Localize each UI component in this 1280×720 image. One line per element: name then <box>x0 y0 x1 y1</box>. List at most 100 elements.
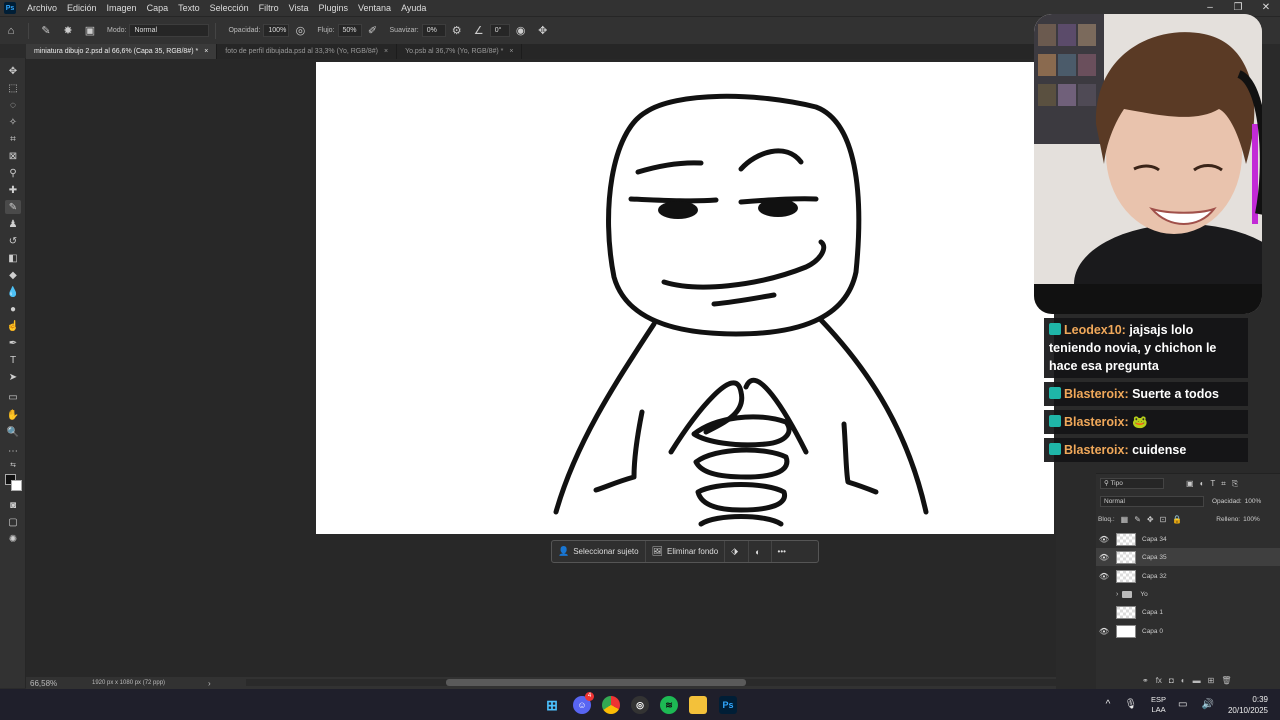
layer-row[interactable]: 👁 Capa 32 <box>1096 567 1280 585</box>
frame-tool-icon[interactable]: ⊠ <box>5 149 21 163</box>
chevron-up-icon[interactable]: ^ <box>1106 699 1111 710</box>
brush-tool-icon[interactable]: ✎ <box>5 200 21 214</box>
stamp-tool-icon[interactable]: ♟ <box>5 217 21 231</box>
screen-mode-icon[interactable]: ▢ <box>5 515 21 529</box>
brush-settings-icon[interactable]: ▣ <box>83 24 97 38</box>
layer-row[interactable]: 👁 Capa 34 <box>1096 530 1280 548</box>
new-group-icon[interactable]: ▬ <box>1193 676 1201 685</box>
home-icon[interactable]: ⌂ <box>4 24 18 38</box>
history-brush-icon[interactable]: ↺ <box>5 234 21 248</box>
fill-value[interactable]: 100% <box>1243 516 1260 523</box>
airbrush-icon[interactable]: ✐ <box>366 24 380 38</box>
menu-ventana[interactable]: Ventana <box>353 3 396 13</box>
fx-icon[interactable]: fx <box>1156 676 1162 685</box>
menu-edicion[interactable]: Edición <box>62 3 102 13</box>
menu-texto[interactable]: Texto <box>173 3 205 13</box>
healing-brush-icon[interactable]: ✚ <box>5 183 21 197</box>
menu-capa[interactable]: Capa <box>142 3 174 13</box>
default-colors-icon[interactable]: ⇆ <box>5 458 21 472</box>
eraser-icon[interactable]: ◧ <box>5 251 21 265</box>
file-explorer-icon[interactable] <box>689 696 707 714</box>
lock-all-icon[interactable]: 🔒 <box>1172 515 1182 524</box>
clock[interactable]: 0:39 20/10/2025 <box>1228 694 1268 716</box>
windows-start-icon[interactable]: ⊞ <box>543 696 561 714</box>
menu-filtro[interactable]: Filtro <box>254 3 284 13</box>
zoom-level[interactable]: 66,58% <box>30 679 57 688</box>
dodge-tool-icon[interactable]: ● <box>5 302 21 316</box>
gear-icon[interactable]: ⚙ <box>450 24 464 38</box>
paint-bucket-icon[interactable]: ◆ <box>5 268 21 282</box>
eye-icon[interactable]: 👁 <box>1096 535 1112 544</box>
chevron-right-icon[interactable]: › <box>1116 591 1118 598</box>
adjustment-filter-icon[interactable]: ◐ <box>1200 479 1205 489</box>
type-filter-icon[interactable]: T <box>1210 479 1215 489</box>
photoshop-taskbar-icon[interactable]: Ps <box>719 696 737 714</box>
adjustment-layer-icon[interactable]: ◐ <box>1181 676 1186 685</box>
generative-icon[interactable]: ✺ <box>5 532 21 546</box>
layer-row[interactable]: 👁 Capa 0 <box>1096 622 1280 640</box>
volume-icon[interactable]: 🔊 <box>1202 699 1214 710</box>
remove-background-button[interactable]: 🖼 Eliminar fondo <box>644 541 725 562</box>
flow-field[interactable]: 50% <box>337 24 362 37</box>
microphone-icon[interactable]: 🎙 <box>1124 699 1137 710</box>
chrome-icon[interactable] <box>602 696 620 714</box>
eye-icon[interactable]: 👁 <box>1096 553 1112 562</box>
menu-plugins[interactable]: Plugins <box>314 3 354 13</box>
shape-filter-icon[interactable]: ⌗ <box>1221 479 1226 489</box>
language-indicator[interactable]: ESP LAA <box>1151 695 1166 715</box>
menu-seleccion[interactable]: Selección <box>205 3 254 13</box>
select-subject-button[interactable]: 👤 Seleccionar sujeto <box>552 541 645 562</box>
document-canvas[interactable] <box>316 62 1054 534</box>
lasso-tool-icon[interactable]: ◌ <box>5 98 21 112</box>
link-icon[interactable]: ⚭ <box>1142 676 1149 685</box>
mask-icon[interactable]: ◘ <box>1169 676 1174 685</box>
obs-icon[interactable]: ◎ <box>631 696 649 714</box>
menu-ayuda[interactable]: Ayuda <box>396 3 431 13</box>
new-layer-icon[interactable]: ⊞ <box>1208 676 1215 685</box>
crop-tool-icon[interactable]: ⌗ <box>5 132 21 146</box>
menu-vista[interactable]: Vista <box>284 3 314 13</box>
trash-icon[interactable]: 🗑 <box>1221 676 1231 685</box>
pen-tool-icon[interactable]: ✒ <box>5 336 21 350</box>
type-tool-icon[interactable]: T <box>5 353 21 367</box>
scrollbar-thumb[interactable] <box>446 679 746 686</box>
eyedropper-icon[interactable]: ⚲ <box>5 166 21 180</box>
magic-wand-icon[interactable]: ✧ <box>5 115 21 129</box>
pressure-opacity-icon[interactable]: ◎ <box>293 24 307 38</box>
close-tab-icon[interactable]: × <box>384 48 388 55</box>
blend-mode-select[interactable]: Normal <box>1100 496 1204 507</box>
layer-opacity-value[interactable]: 100% <box>1245 498 1262 505</box>
adjust-button[interactable]: ◐ <box>748 541 770 562</box>
close-icon[interactable]: ✕ <box>1252 0 1280 16</box>
layer-row[interactable]: Capa 1 <box>1096 603 1280 621</box>
horizontal-scrollbar[interactable] <box>246 679 1076 686</box>
move-tool-icon[interactable]: ✥ <box>5 64 21 78</box>
blur-tool-icon[interactable]: 💧 <box>5 285 21 299</box>
more-tools-icon[interactable]: ⋯ <box>5 444 21 458</box>
angle-field[interactable]: 0° <box>489 24 510 37</box>
menu-archivo[interactable]: Archivo <box>22 3 62 13</box>
smudge-icon[interactable]: ☝ <box>5 319 21 333</box>
layer-row-selected[interactable]: 👁 Capa 35 <box>1096 548 1280 566</box>
symmetry-icon[interactable]: ✥ <box>536 24 550 38</box>
quick-mask-icon[interactable]: ◙ <box>5 498 21 512</box>
lock-position-icon[interactable]: ✥ <box>1147 515 1154 524</box>
rectangle-tool-icon[interactable]: ▭ <box>5 390 21 404</box>
tab-foto-perfil[interactable]: foto de perfil dibujada.psd al 33,3% (Yo… <box>217 44 398 59</box>
pressure-size-icon[interactable]: ◉ <box>514 24 528 38</box>
spotify-icon[interactable]: ≋ <box>660 696 678 714</box>
status-arrow-icon[interactable]: › <box>208 679 211 688</box>
tab-yo[interactable]: Yo.psb al 36,7% (Yo, RGB/8#) * × <box>397 44 523 59</box>
hand-tool-icon[interactable]: ✋ <box>5 408 21 422</box>
path-select-icon[interactable]: ➤ <box>5 370 21 384</box>
pixel-filter-icon[interactable]: ▣ <box>1186 479 1194 489</box>
lock-artboard-icon[interactable]: ⊡ <box>1160 515 1167 524</box>
close-tab-icon[interactable]: × <box>204 48 208 55</box>
smoothing-field[interactable]: 0% <box>421 24 446 37</box>
brush-tool-icon[interactable]: ✎ <box>39 24 53 38</box>
opacity-field[interactable]: 100% <box>263 24 290 37</box>
smart-filter-icon[interactable]: ⎘ <box>1232 479 1238 489</box>
close-tab-icon[interactable]: × <box>509 48 513 55</box>
menu-imagen[interactable]: Imagen <box>102 3 142 13</box>
tab-miniatura[interactable]: miniatura dibujo 2.psd al 66,6% (Capa 35… <box>26 44 218 59</box>
